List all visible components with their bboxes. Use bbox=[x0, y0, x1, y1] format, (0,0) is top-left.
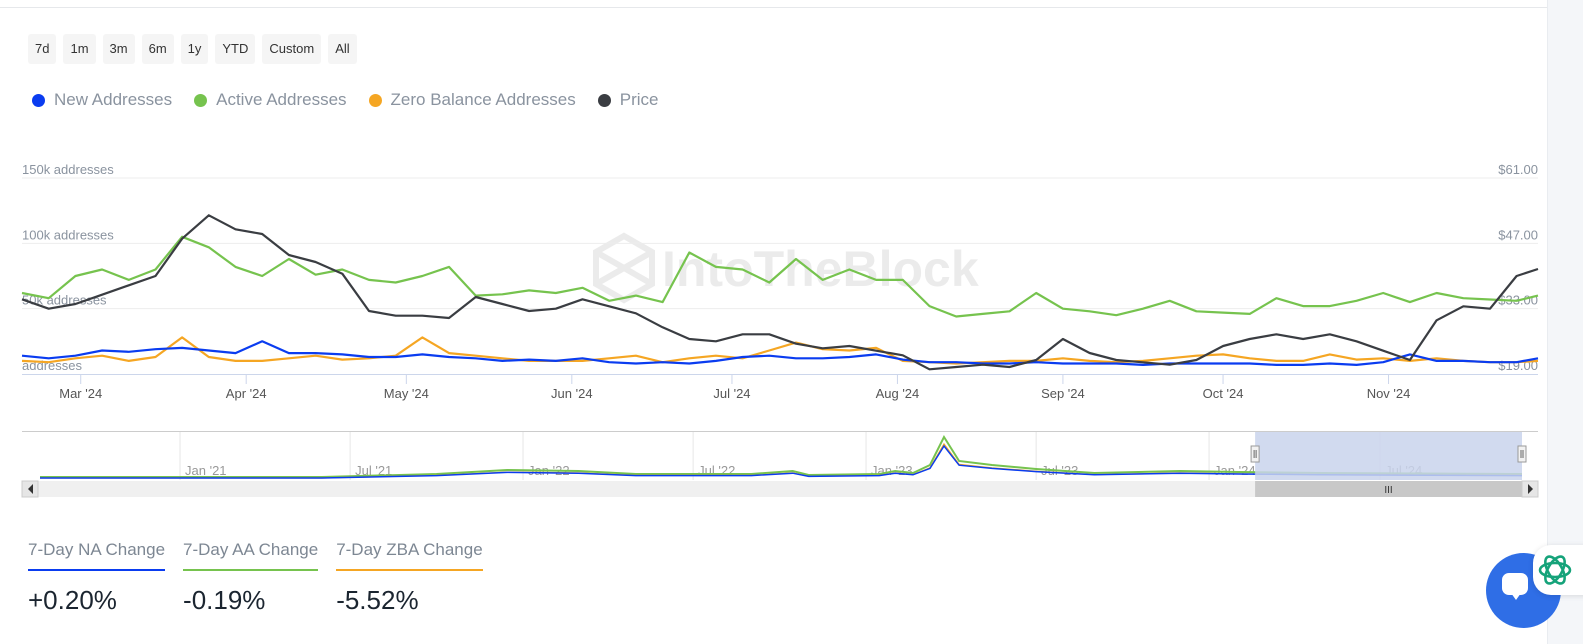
stat-label: 7-Day AA Change bbox=[183, 540, 319, 571]
range-button-6m[interactable]: 6m bbox=[141, 34, 174, 64]
ai-assistant-icon bbox=[1538, 555, 1572, 585]
legend-item-zero-balance-addresses[interactable]: Zero Balance Addresses bbox=[368, 90, 576, 110]
navigator-tick-label: Jan '21 bbox=[185, 463, 227, 478]
right-tick-label: $61.00 bbox=[1498, 162, 1538, 177]
x-tick-label: Jun '24 bbox=[551, 386, 593, 401]
watermark-text: IntoTheBlock bbox=[662, 241, 979, 297]
navigator-top-border bbox=[22, 431, 1538, 432]
range-button-custom[interactable]: Custom bbox=[262, 34, 322, 64]
navigator-handle-right[interactable] bbox=[1517, 445, 1527, 463]
legend-marker-icon bbox=[368, 93, 382, 107]
range-button-1m[interactable]: 1m bbox=[63, 34, 96, 64]
legend-label: New Addresses bbox=[54, 90, 173, 109]
range-button-3m[interactable]: 3m bbox=[102, 34, 135, 64]
x-tick-label: Mar '24 bbox=[59, 386, 102, 401]
navigator-selection[interactable] bbox=[1255, 432, 1522, 480]
legend-label: Price bbox=[619, 90, 659, 109]
ai-assistant-button[interactable] bbox=[1533, 545, 1583, 595]
range-selector: 7d 1m 3m 6m 1y YTD Custom All bbox=[28, 34, 357, 64]
handle-box[interactable] bbox=[1517, 445, 1527, 463]
legend-label: Active Addresses bbox=[216, 90, 347, 109]
legend-item-price[interactable]: Price bbox=[597, 90, 659, 110]
watermark-logo-icon bbox=[593, 232, 655, 304]
legend-marker-icon bbox=[194, 93, 208, 107]
left-tick-label: 100k addresses bbox=[22, 227, 114, 242]
chat-bubble-icon bbox=[1502, 573, 1528, 600]
stat-label: 7-Day NA Change bbox=[28, 540, 166, 571]
range-button-ytd[interactable]: YTD bbox=[215, 34, 256, 64]
legend-marker-icon bbox=[32, 93, 45, 107]
stat-na-change: 7-Day NA Change +0.20% bbox=[28, 540, 166, 616]
stat-zba-change: 7-Day ZBA Change -5.52% bbox=[336, 540, 483, 616]
chart-legend: New Addresses Active Addresses Zero Bala… bbox=[32, 90, 658, 110]
range-button-all[interactable]: All bbox=[328, 34, 357, 64]
left-axis: addresses50k addresses100k addresses150k… bbox=[22, 162, 114, 373]
x-tick-label: Oct '24 bbox=[1203, 386, 1244, 401]
right-axis: $19.00$33.00$47.00$61.00 bbox=[1498, 162, 1538, 373]
x-tick-label: Sep '24 bbox=[1041, 386, 1085, 401]
legend-marker-icon bbox=[597, 93, 611, 107]
navigator-tick-label: Jan '24 bbox=[1214, 463, 1256, 478]
x-axis: Mar '24 Apr '24 May '24 Jun '24 Jul '24 Aug '… bbox=[59, 374, 1410, 401]
stat-aa-change: 7-Day AA Change -0.19% bbox=[183, 540, 319, 616]
handle-box[interactable] bbox=[1250, 445, 1260, 463]
x-tick-label: Nov '24 bbox=[1367, 386, 1411, 401]
stats-row: 7-Day NA Change +0.20% 7-Day AA Change -… bbox=[28, 540, 483, 616]
legend-item-active-addresses[interactable]: Active Addresses bbox=[194, 90, 347, 110]
right-tick-label: $47.00 bbox=[1498, 227, 1538, 242]
x-tick-label: Jul '24 bbox=[713, 386, 750, 401]
x-tick-label: Aug '24 bbox=[876, 386, 920, 401]
series-zero-balance-addresses bbox=[21, 336, 1539, 365]
range-button-7d[interactable]: 7d bbox=[28, 34, 57, 64]
stat-value: -5.52% bbox=[336, 585, 419, 615]
chart[interactable]: IntoTheBlock addresses50k addresses100k … bbox=[0, 150, 1583, 505]
legend-label: Zero Balance Addresses bbox=[390, 90, 576, 109]
navigator-handle-left[interactable] bbox=[1250, 445, 1260, 463]
scrollbar-grip-icon: III bbox=[1384, 485, 1392, 496]
series-line-zero-balance-addresses bbox=[21, 336, 1539, 365]
navigator[interactable]: Jan '21 Jul '21 Jan '22 Jul '22 Jan '23 Jul '… bbox=[21, 431, 1539, 498]
legend-item-new-addresses[interactable]: New Addresses bbox=[32, 90, 172, 110]
stat-label: 7-Day ZBA Change bbox=[336, 540, 483, 571]
stat-value: -0.19% bbox=[183, 585, 266, 615]
left-tick-label: 150k addresses bbox=[22, 162, 114, 177]
x-tick-label: May '24 bbox=[384, 386, 429, 401]
top-divider bbox=[0, 7, 1548, 8]
range-button-1y[interactable]: 1y bbox=[180, 34, 209, 64]
stat-value: +0.20% bbox=[28, 585, 117, 615]
x-tick-label: Apr '24 bbox=[226, 386, 267, 401]
